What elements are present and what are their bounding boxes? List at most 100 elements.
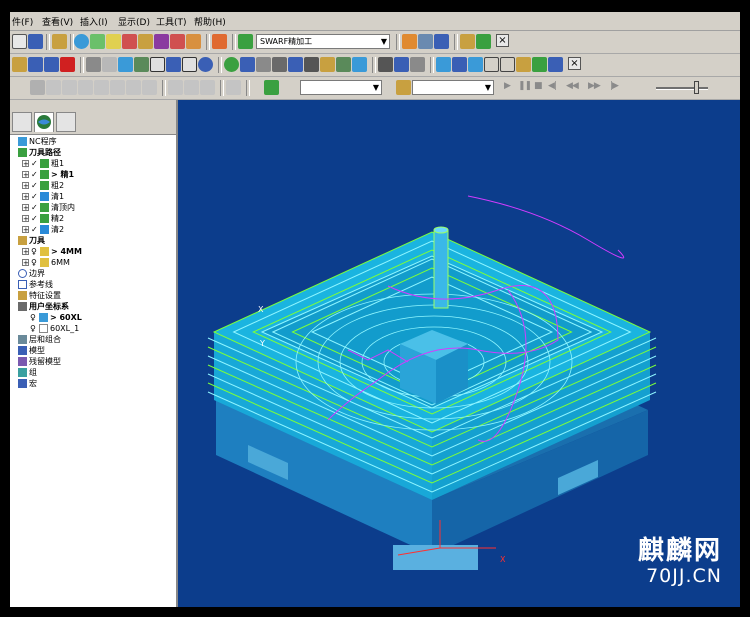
undo-icon[interactable] [12,57,27,72]
tree-toolpaths[interactable]: 刀具路径 [16,147,61,158]
calculate-icon[interactable] [212,34,227,49]
tree-tools[interactable]: 刀具 [16,235,45,246]
pattern-icon[interactable] [336,57,351,72]
tree-toolpath-item[interactable]: + ✓ 清顶内 [22,202,75,213]
toolpath-select[interactable]: SWARF精加工 ▼ [256,34,390,49]
sim-step-icon[interactable] [168,80,183,95]
pause-icon[interactable]: ❚❚ [518,81,532,91]
tree-layers[interactable]: 层和组合 [16,334,61,345]
expand-icon[interactable]: + [22,160,29,168]
tree-coord-item[interactable]: ♀ 60XL_1 [30,323,79,334]
view-fit-icon[interactable] [142,80,157,95]
info-icon[interactable] [198,57,213,72]
simulate-icon[interactable] [418,34,433,49]
line-icon[interactable] [484,57,499,72]
grid-icon[interactable] [378,57,393,72]
tree-residual-model[interactable]: 残留模型 [16,356,61,367]
menu-file[interactable]: 件(F) [12,15,33,28]
tab-explorer[interactable] [12,112,32,132]
sim-toolpath-select[interactable]: ▼ [300,80,382,95]
menu-help[interactable]: 帮助(H) [194,15,226,28]
delete-icon[interactable] [60,57,75,72]
tool-database-icon[interactable] [186,34,201,49]
import-icon[interactable] [516,57,531,72]
surface-icon[interactable] [288,57,303,72]
arc-icon[interactable] [468,57,483,72]
lightbulb-icon[interactable]: ♀ [30,312,37,323]
box-icon[interactable] [256,57,271,72]
tree-toolpath-item[interactable]: + ✓ 精2 [22,213,64,224]
pan-icon[interactable] [182,57,197,72]
tree-tool-item[interactable]: + ♀ 6MM [22,257,70,268]
view-top-icon[interactable] [62,80,77,95]
layer-icon[interactable] [460,34,475,49]
tree-feature-settings[interactable]: 特征设置 [16,290,61,301]
expand-icon[interactable]: + [22,171,29,179]
lightbulb-icon[interactable]: ♀ [31,257,38,268]
tree-toolpath-item[interactable]: + ✓ 粗2 [22,180,64,191]
speed-slider[interactable] [656,87,708,90]
view-front-icon[interactable] [78,80,93,95]
tool-icon[interactable] [476,34,491,49]
toolpath-strategy-icon[interactable] [170,34,185,49]
open-icon[interactable] [12,34,27,49]
start-point-icon[interactable] [138,34,153,49]
tree-toolpath-item[interactable]: + ✓ 粗1 [22,158,64,169]
sim-tool-icon[interactable] [184,80,199,95]
level-icon[interactable] [134,57,149,72]
block-icon[interactable] [74,34,89,49]
menu-view[interactable]: 查看(V) [42,15,73,28]
speed-slider-thumb[interactable] [694,81,699,94]
wireframe-icon[interactable] [118,57,133,72]
menu-display[interactable]: 显示(D) [118,15,150,28]
multi-view-icon[interactable] [394,57,409,72]
expand-icon[interactable]: + [22,204,29,212]
tree-reference-line[interactable]: 参考线 [16,279,53,290]
export-icon[interactable] [532,57,547,72]
expand-icon[interactable]: + [22,215,29,223]
feed-rate-icon[interactable] [106,34,121,49]
sim-block-icon[interactable] [200,80,215,95]
menu-tools[interactable]: 工具(T) [156,15,187,28]
workplane-icon[interactable] [352,57,367,72]
end-point-icon[interactable] [154,34,169,49]
save-icon[interactable] [28,34,43,49]
tree-toolpath-item[interactable]: + ✓ 清1 [22,191,64,202]
model-icon[interactable] [272,57,287,72]
checkmark-icon[interactable]: ✓ [31,158,38,169]
menu-insert[interactable]: 插入(I) [80,15,108,28]
checkmark-icon[interactable]: ✓ [31,213,38,224]
text-icon[interactable] [500,57,515,72]
checkmark-icon[interactable]: ✓ [31,180,38,191]
sim-view-icon[interactable] [226,80,241,95]
tree-toolpath-item[interactable]: + ✓ > 精1 [22,169,74,180]
spline-icon[interactable] [452,57,467,72]
view-iso-icon[interactable] [46,80,61,95]
copy-icon[interactable] [28,57,43,72]
nc-output-icon[interactable] [434,34,449,49]
shade-icon[interactable] [30,80,45,95]
close-icon[interactable]: × [496,34,509,47]
lightbulb-icon[interactable]: ♀ [30,323,37,334]
checkmark-icon[interactable]: ✓ [31,191,38,202]
view-back-icon[interactable] [110,80,125,95]
tree-model[interactable]: 模型 [16,345,45,356]
curve-icon[interactable] [436,57,451,72]
expand-icon[interactable]: + [22,226,29,234]
tree-group[interactable]: 组 [16,367,37,378]
print-icon[interactable] [52,34,67,49]
sphere-icon[interactable] [224,57,239,72]
step-forward-icon[interactable]: |▶ [610,81,619,91]
play-icon[interactable]: ▶ [504,81,511,91]
tree-nc-program[interactable]: NC程序 [16,136,57,147]
tree-user-coord[interactable]: 用户坐标系 [16,301,69,312]
expand-icon[interactable]: + [22,259,29,267]
settings-icon[interactable] [548,57,563,72]
tree-macro[interactable]: 宏 [16,378,37,389]
step-back-icon[interactable]: ◀| [548,81,557,91]
sim-tool-select[interactable]: ▼ [412,80,494,95]
tree-tool-item[interactable]: + ♀ > 4MM [22,246,82,257]
tree-coord-item[interactable]: ♀ > 60XL [30,312,82,323]
view-side-icon[interactable] [94,80,109,95]
expand-icon[interactable]: + [22,193,29,201]
